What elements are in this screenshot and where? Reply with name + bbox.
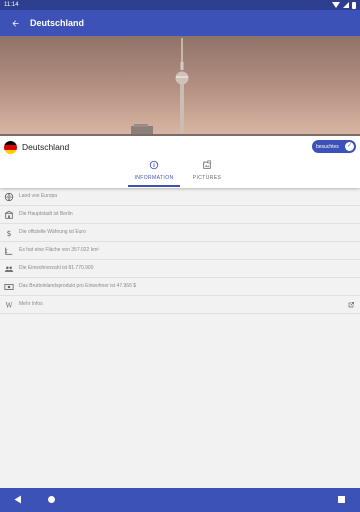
- status-icons: [332, 0, 356, 10]
- status-bar: 11:14: [0, 0, 360, 10]
- info-list: Land von Europa Die Hauptstadt ist Berli…: [0, 188, 360, 314]
- back-button[interactable]: [0, 10, 30, 36]
- nav-recents-icon[interactable]: [338, 496, 345, 503]
- list-item-currency: $ Die offizielle Währung ist Euro: [0, 224, 360, 242]
- area-icon: [5, 247, 13, 255]
- tab-information[interactable]: INFORMATION: [128, 160, 180, 187]
- info-icon: [149, 160, 159, 170]
- list-item-text: Land von Europa: [19, 193, 58, 199]
- hero-image-tv-tower: [0, 36, 360, 136]
- country-card: Deutschland besuchtes ✓ INFORMATION PICT…: [0, 136, 360, 188]
- app-bar: Deutschland: [0, 10, 360, 36]
- check-icon: ✓: [345, 142, 354, 151]
- tab-information-label: INFORMATION: [134, 175, 174, 181]
- tab-pictures[interactable]: PICTURES: [184, 160, 230, 186]
- nav-back-icon[interactable]: [14, 495, 22, 504]
- list-item-text: Die Einwohnerzahl ist 81.770.900: [19, 265, 94, 271]
- list-item-gdp: Das Bruttoinlandsprodukt pro Einwohner i…: [0, 278, 360, 296]
- globe-icon: [4, 192, 14, 202]
- tab-pictures-label: PICTURES: [192, 175, 222, 181]
- signal-icon: [343, 2, 349, 8]
- list-item-text: Die Hauptstadt ist Berlin: [19, 211, 73, 217]
- dollar-icon: $: [7, 229, 12, 238]
- arrow-back-icon: [12, 20, 18, 26]
- list-item-text: Die offizielle Währung ist Euro: [19, 229, 86, 235]
- wifi-icon: [332, 2, 340, 8]
- list-item-continent: Land von Europa: [0, 188, 360, 206]
- list-item-capital: Die Hauptstadt ist Berlin: [0, 206, 360, 224]
- list-item-text: Das Bruttoinlandsprodukt pro Einwohner i…: [19, 283, 137, 289]
- pictures-icon: [203, 160, 212, 169]
- building-icon: [5, 210, 13, 219]
- svg-text:W: W: [6, 302, 13, 310]
- battery-icon: [352, 1, 356, 9]
- open-external-icon[interactable]: [347, 301, 355, 309]
- list-item-more-info[interactable]: W Mehr Infos: [0, 296, 360, 314]
- svg-text:$: $: [7, 229, 12, 238]
- list-item-population: Die Einwohnerzahl ist 81.770.900: [0, 260, 360, 278]
- germany-flag-icon: [4, 141, 17, 154]
- visited-toggle-button[interactable]: besuchtes ✓: [312, 140, 356, 153]
- system-nav-bar: [0, 488, 360, 512]
- people-icon: [4, 266, 14, 272]
- status-time: 11:14: [4, 2, 19, 8]
- country-name: Deutschland: [22, 142, 70, 152]
- tv-tower-illustration: [0, 36, 360, 136]
- page-title: Deutschland: [30, 18, 85, 28]
- wikipedia-icon: W: [6, 302, 13, 310]
- list-item-area: Es hat eine Fläche von 357.022 km²: [0, 242, 360, 260]
- country-header: Deutschland besuchtes ✓: [0, 136, 360, 158]
- more-info-link[interactable]: Mehr Infos: [19, 301, 43, 307]
- list-item-text: Es hat eine Fläche von 357.022 km²: [19, 247, 100, 253]
- money-icon: [4, 284, 14, 290]
- flag-stripe-gold: [4, 149, 17, 154]
- visited-label: besuchtes: [316, 143, 339, 150]
- nav-home-icon[interactable]: [48, 496, 55, 503]
